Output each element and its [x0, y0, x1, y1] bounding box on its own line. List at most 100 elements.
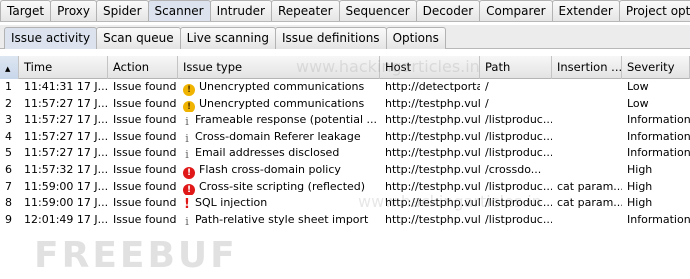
low-severity-icon: ! — [183, 100, 195, 113]
row-host: http://testphp.vul... — [385, 96, 480, 110]
row-action: Issue found — [113, 80, 177, 93]
row-host: http://testphp.vul... — [385, 196, 480, 210]
tab-comparer[interactable]: Comparer — [479, 0, 553, 21]
row-path: /listproduc... — [485, 113, 552, 127]
issue-type-label: Unencrypted communications — [199, 80, 365, 93]
row-time: 12:01:49 17 J... — [24, 212, 108, 226]
row-path: / — [485, 96, 489, 110]
row-time: 11:41:31 17 J... — [24, 80, 108, 93]
subtab-options[interactable]: Options — [385, 27, 446, 49]
tab-proxy[interactable]: Proxy — [50, 0, 97, 21]
high-tentative-icon: ! — [184, 197, 190, 212]
row-severity: Information — [627, 212, 690, 226]
info-severity-icon: i — [185, 148, 189, 162]
row-insertion-point: cat param... — [557, 196, 622, 210]
column-header-insertion-point[interactable]: Insertion ... — [552, 56, 622, 79]
subtab-issue-activity[interactable]: Issue activity — [4, 27, 98, 49]
column-header-host[interactable]: Host — [380, 56, 480, 79]
tab-repeater[interactable]: Repeater — [270, 0, 340, 21]
issue-type-label: SQL injection — [195, 196, 268, 210]
row-severity: High — [627, 162, 653, 176]
column-header-issue-type[interactable]: Issue type — [178, 56, 380, 79]
info-severity-icon: i — [185, 115, 189, 129]
tab-target[interactable]: Target — [0, 0, 52, 21]
issue-type-label: Cross-domain Referer leakage — [195, 129, 361, 143]
table-row[interactable]: 7 11:59:00 17 J... Issue found! Cross-site … — [0, 179, 690, 196]
row-host: http://detectporta... — [385, 80, 480, 93]
row-insertion-point — [552, 212, 622, 229]
column-header-index[interactable]: ▲ — [0, 56, 19, 79]
row-host: http://testphp.vul... — [385, 162, 480, 176]
table-row[interactable]: 1 11:41:31 17 J... Issue found! Unencrypted… — [0, 79, 690, 96]
tab-scanner[interactable]: Scanner — [147, 0, 211, 21]
subtab-scan-queue[interactable]: Scan queue — [96, 27, 181, 49]
row-time: 11:57:27 17 J... — [24, 96, 108, 110]
table-row[interactable]: 8 11:59:00 17 J... Issue found! SQL injecti… — [0, 195, 690, 212]
row-host: http://testphp.vul... — [385, 212, 480, 226]
info-severity-icon: i — [185, 131, 189, 145]
table-row[interactable]: 9 12:01:49 17 J... Issue found i Path-relati… — [0, 212, 690, 229]
scanner-sub-tab-bar: Issue activity Scan queue Live scanning Iss… — [0, 25, 690, 49]
row-action: Issue found — [113, 113, 177, 127]
row-path: /crossdo... — [485, 162, 542, 176]
issue-type-label: Flash cross-domain policy — [199, 162, 341, 176]
row-action: Issue found — [113, 162, 177, 176]
row-index: 1 — [5, 80, 12, 93]
row-index: 7 — [5, 179, 12, 193]
row-path: /listproduc... — [485, 129, 552, 143]
row-issue-type: ! Cross-site scripting (reflected) — [178, 179, 380, 196]
tab-intruder[interactable]: Intruder — [209, 0, 272, 21]
tab-decoder[interactable]: Decoder — [415, 0, 481, 21]
row-action: Issue found — [113, 212, 177, 226]
table-row[interactable]: 6 11:57:32 17 J... Issue found! Flash cross… — [0, 162, 690, 179]
subtab-live-scanning[interactable]: Live scanning — [179, 27, 276, 49]
high-severity-icon: ! — [183, 166, 195, 179]
row-issue-type: i Email addresses disclosed — [178, 145, 380, 162]
row-time: 11:59:00 17 J... — [24, 179, 108, 193]
table-row[interactable]: 5 11:57:27 17 J... Issue found i Email addre… — [0, 145, 690, 162]
table-row[interactable]: 4 11:57:27 17 J... Issue found i Cross-domai… — [0, 129, 690, 146]
column-header-severity[interactable]: Severity — [622, 56, 690, 79]
row-issue-type: ! Unencrypted communications — [178, 79, 380, 96]
row-issue-type: ! Unencrypted communications — [178, 96, 380, 113]
row-issue-type: ! Flash cross-domain policy — [178, 162, 380, 179]
row-insertion-point — [552, 79, 622, 96]
row-severity: Information — [627, 129, 690, 143]
info-severity-icon: i — [185, 214, 189, 228]
row-action: Issue found — [113, 179, 177, 193]
row-path: / — [485, 80, 489, 93]
row-insertion-point — [552, 129, 622, 146]
row-insertion-point — [552, 112, 622, 129]
row-host: http://testphp.vul... — [385, 179, 480, 193]
row-index: 5 — [5, 146, 12, 160]
tab-spider[interactable]: Spider — [96, 0, 149, 21]
row-host: http://testphp.vul... — [385, 113, 480, 127]
row-time: 11:57:27 17 J... — [24, 113, 108, 127]
sort-ascending-icon: ▲ — [5, 65, 11, 73]
low-severity-icon: ! — [183, 84, 195, 96]
row-severity: High — [627, 179, 653, 193]
row-path: /listproduc... — [485, 179, 552, 193]
row-time: 11:57:32 17 J... — [24, 162, 108, 176]
row-path: /listproduc... — [485, 146, 552, 160]
table-row[interactable]: 2 11:57:27 17 J... Issue found! Unencrypted… — [0, 96, 690, 113]
row-index: 4 — [5, 129, 12, 143]
tab-sequencer[interactable]: Sequencer — [338, 0, 417, 21]
column-header-time[interactable]: Time — [19, 56, 108, 79]
row-action: Issue found — [113, 129, 177, 143]
row-severity: Information — [627, 113, 690, 127]
row-host: http://testphp.vul... — [385, 129, 480, 143]
high-severity-icon: ! — [183, 183, 195, 196]
subtab-issue-definitions[interactable]: Issue definitions — [274, 27, 387, 49]
row-time: 11:57:27 17 J... — [24, 129, 108, 143]
issue-type-label: Unencrypted communications — [199, 96, 365, 110]
row-action: Issue found — [113, 146, 177, 160]
tab-project-options[interactable]: Project options — [618, 0, 690, 21]
row-action: Issue found — [113, 196, 177, 210]
tab-extender[interactable]: Extender — [551, 0, 620, 21]
column-header-path[interactable]: Path — [480, 56, 552, 79]
table-row[interactable]: 3 11:57:27 17 J... Issue found i Frameable r… — [0, 112, 690, 129]
column-header-action[interactable]: Action — [108, 56, 178, 79]
row-index: 6 — [5, 162, 12, 176]
row-host: http://testphp.vul... — [385, 146, 480, 160]
